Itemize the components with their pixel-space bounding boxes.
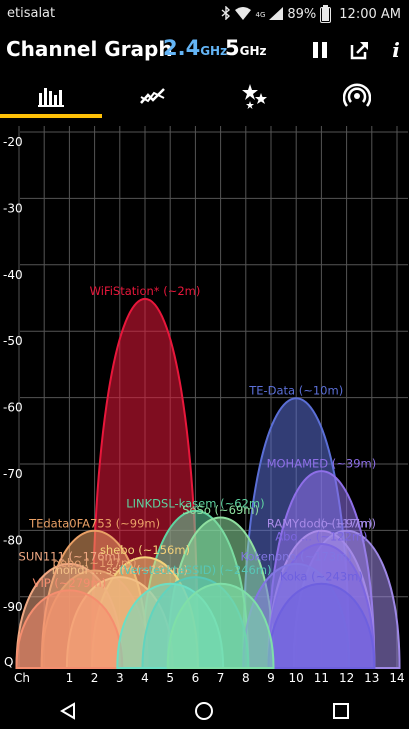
page-title: Channel Graph: [6, 37, 173, 61]
battery-percent: 89%: [287, 7, 317, 22]
x-tick-label: 4: [141, 671, 149, 685]
x-tick-label: 10: [289, 671, 304, 685]
x-tick-label: 7: [217, 671, 225, 685]
info-icon: i: [392, 38, 400, 62]
channel-graph-chart: WiFiStation* (~2m) TE-Data (~10m) MOHAMED …: [3, 126, 408, 685]
share-icon: [350, 42, 368, 60]
signal-icon: [269, 6, 284, 23]
y-tick-label: -50: [3, 334, 23, 348]
x-tick-label: 2: [91, 671, 99, 685]
y-axis-label: Q: [4, 655, 13, 669]
system-nav-bar: [0, 692, 409, 729]
time-graph-icon: [140, 88, 165, 104]
network-type: 4G: [255, 10, 266, 19]
network-label: Abo ... (~122m): [275, 530, 367, 544]
tab-channel-rating[interactable]: [204, 74, 306, 118]
network-label: TEdata0FA753 (~99m): [28, 516, 160, 530]
tab-bar: [0, 74, 409, 118]
back-icon: [60, 701, 76, 720]
status-bar: etisalat 4G 89% 12:00 AM: [0, 0, 409, 28]
band-5ghz-toggle[interactable]: 5GHz: [225, 36, 267, 60]
network-label: (~117m): [321, 516, 373, 530]
recents-button[interactable]: [321, 696, 361, 726]
band-5ghz-unit: GHz: [239, 44, 267, 58]
y-tick-label: -40: [3, 268, 23, 282]
carrier-name: etisalat: [7, 6, 56, 21]
tab-access-points[interactable]: [306, 74, 408, 118]
x-axis-label: Ch: [14, 671, 30, 685]
band-2ghz-toggle[interactable]: 2.4GHz: [163, 36, 227, 60]
x-tick-label: 1: [66, 671, 74, 685]
network-label: SoSo (~69m): [182, 503, 259, 517]
y-tick-label: -20: [3, 135, 23, 149]
y-tick-label: -70: [3, 467, 23, 481]
app-bar: Channel Graph 2.4GHz 5GHz i: [0, 28, 409, 74]
x-tick-label: 8: [242, 671, 250, 685]
back-button[interactable]: [48, 696, 88, 726]
x-tick-label: 13: [364, 671, 379, 685]
network-label: TE-Data (~10m): [248, 384, 343, 398]
x-tick-label: 6: [192, 671, 200, 685]
stars-icon: [242, 84, 267, 109]
x-tick-label: 11: [314, 671, 329, 685]
info-button[interactable]: i: [386, 36, 406, 64]
network-label: Kokenono (~173m): [240, 550, 351, 564]
battery-icon: [320, 4, 332, 23]
y-tick-label: -90: [3, 600, 23, 614]
wifi-icon: [235, 6, 252, 23]
clock: 12:00 AM: [339, 7, 401, 22]
network-label: Koka (~243m): [280, 570, 363, 584]
share-button[interactable]: [346, 36, 374, 64]
band-5ghz-label: 5: [225, 36, 240, 60]
tab-time-graph[interactable]: [102, 74, 204, 118]
bar-chart-icon: [38, 88, 64, 107]
recents-icon: [332, 702, 349, 719]
y-tick-label: -80: [3, 533, 23, 547]
network-label: WiFiStation* (~2m): [90, 284, 201, 298]
network-label: (VersteckteSSID) (~246m): [119, 563, 271, 577]
home-button[interactable]: [184, 696, 224, 726]
y-tick-label: -60: [3, 401, 23, 415]
band-2ghz-label: 2.4: [163, 36, 201, 60]
tab-channel-graph[interactable]: [0, 74, 102, 118]
pause-icon: [313, 42, 327, 58]
pause-button[interactable]: [306, 36, 334, 64]
x-tick-label: 12: [339, 671, 354, 685]
home-icon: [195, 701, 214, 720]
channel-graph: WiFiStation* (~2m) TE-Data (~10m) MOHAMED …: [0, 118, 409, 692]
band-2ghz-unit: GHz: [200, 44, 228, 58]
x-tick-label: 3: [116, 671, 124, 685]
y-tick-label: -30: [3, 201, 23, 215]
status-icons: 4G 89% 12:00 AM: [221, 4, 401, 23]
access-point-icon: [343, 83, 371, 107]
x-tick-label: 5: [166, 671, 174, 685]
network-label: MOHAMED (~39m): [267, 457, 377, 471]
x-tick-label: 9: [267, 671, 275, 685]
network-label: VIP (~279m): [33, 576, 107, 590]
x-tick-label: 14: [389, 671, 404, 685]
bluetooth-icon: [221, 5, 231, 23]
